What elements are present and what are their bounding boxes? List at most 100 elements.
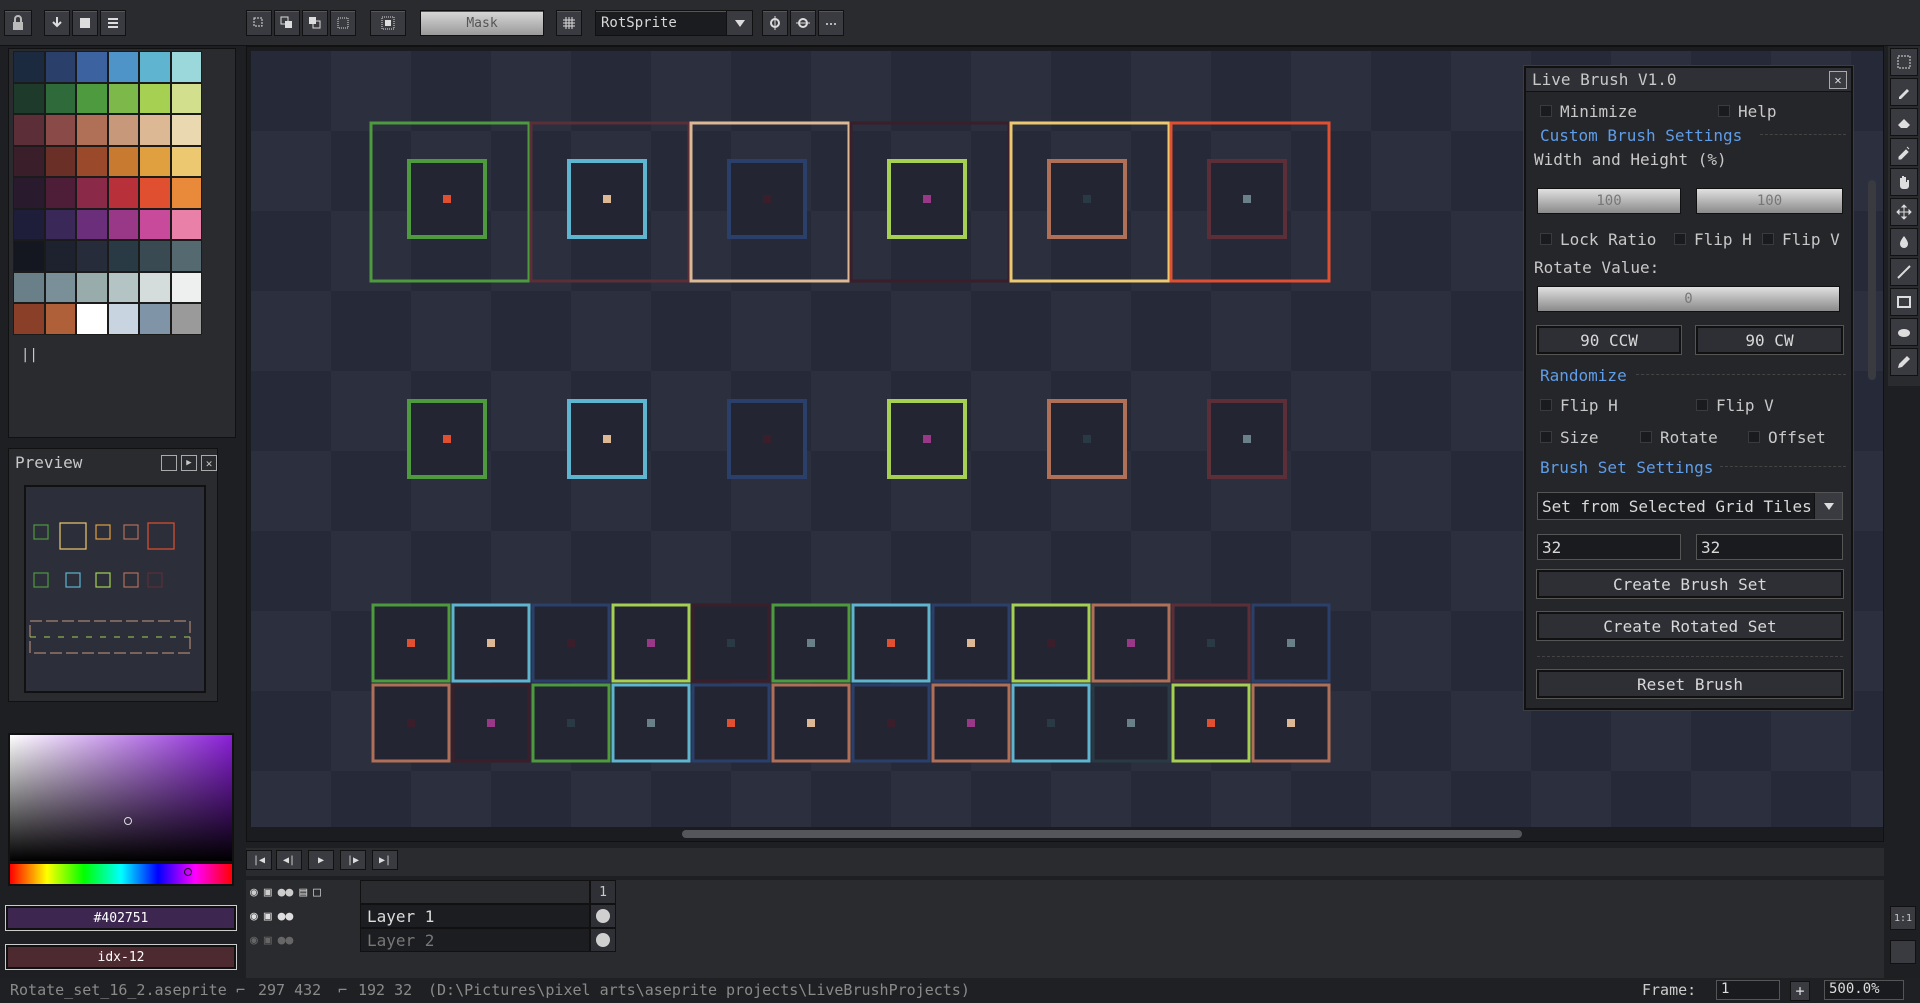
random-flip-h-checkbox[interactable]: Flip H <box>1540 396 1618 415</box>
palette-swatch[interactable] <box>13 271 45 303</box>
rotate-90-ccw-button[interactable]: 90 CCW <box>1536 325 1682 355</box>
palette-swatch[interactable] <box>13 240 45 272</box>
palette-swatch[interactable] <box>107 208 139 240</box>
cel[interactable] <box>590 904 616 928</box>
palette-swatch[interactable] <box>76 114 108 146</box>
palette-swatch[interactable] <box>76 145 108 177</box>
palette-swatch[interactable] <box>44 240 76 272</box>
blur-tool-icon[interactable] <box>1890 318 1918 346</box>
color-index-field[interactable]: idx-12 <box>5 944 237 970</box>
palette-swatch[interactable] <box>107 177 139 209</box>
rotate-slider[interactable]: 0 <box>1537 286 1840 312</box>
preview-layout-icon[interactable] <box>161 455 177 471</box>
lock-icon[interactable]: ▣ <box>264 909 272 924</box>
palette-swatch[interactable] <box>13 114 45 146</box>
rectangle-tool-icon[interactable] <box>1890 288 1918 316</box>
continuous-icon[interactable]: ●● <box>278 933 294 948</box>
create-rotated-set-button[interactable]: Create Rotated Set <box>1536 611 1844 641</box>
color-saturation-value-picker[interactable] <box>8 733 234 863</box>
frame-header[interactable]: 1 <box>590 880 616 904</box>
minimize-checkbox[interactable]: Minimize <box>1540 102 1637 121</box>
eye-icon[interactable]: ◉ <box>250 909 258 924</box>
palette-swatch[interactable] <box>107 271 139 303</box>
color-cursor[interactable] <box>124 817 132 825</box>
height-slider[interactable]: 100 <box>1696 188 1843 214</box>
palette-swatch[interactable] <box>76 82 108 114</box>
palette-swatch[interactable] <box>170 240 202 272</box>
palette-swatch[interactable] <box>139 114 171 146</box>
palette-swatch[interactable] <box>139 303 171 335</box>
first-frame-icon[interactable]: |◀ <box>246 850 272 870</box>
palette-swatch[interactable] <box>139 208 171 240</box>
timeline-config-icon[interactable] <box>1890 940 1916 964</box>
palette-swatch[interactable] <box>13 145 45 177</box>
random-offset-checkbox[interactable]: Offset <box>1748 428 1826 447</box>
grid-width-input[interactable]: 32 <box>1537 534 1681 560</box>
vertical-scrollbar[interactable] <box>1868 180 1876 380</box>
preview-canvas[interactable] <box>24 485 206 693</box>
eye-icon[interactable]: ◉ <box>250 933 258 948</box>
pencil-tool-icon[interactable] <box>1890 78 1918 106</box>
menu-icon[interactable] <box>100 10 126 36</box>
page-icon[interactable] <box>72 10 98 36</box>
palette-swatch[interactable] <box>170 82 202 114</box>
selection-add-icon[interactable] <box>274 10 300 36</box>
flip-h-checkbox[interactable]: Flip H <box>1674 230 1752 249</box>
frame-input[interactable]: 1 <box>1716 980 1780 1000</box>
palette-swatch[interactable] <box>13 177 45 209</box>
palette-swatch[interactable] <box>107 51 139 83</box>
palette-swatch[interactable] <box>139 51 171 83</box>
last-frame-icon[interactable]: ▶| <box>372 850 398 870</box>
random-flip-v-checkbox[interactable]: Flip V <box>1696 396 1774 415</box>
zoom-input[interactable]: 500.0% <box>1824 980 1904 1000</box>
eraser-tool-icon[interactable] <box>1890 108 1918 136</box>
mask-toggle[interactable]: Mask <box>420 10 544 36</box>
line-tool-icon[interactable] <box>1890 258 1918 286</box>
palette-swatch[interactable] <box>13 303 45 335</box>
palette-swatch[interactable] <box>139 82 171 114</box>
close-icon[interactable]: ✕ <box>1829 70 1847 89</box>
random-size-checkbox[interactable]: Size <box>1540 428 1599 447</box>
palette-swatch[interactable] <box>107 303 139 335</box>
dialog-title-bar[interactable]: Live Brush V1.0 ✕ <box>1526 68 1851 92</box>
palette-swatch[interactable] <box>44 208 76 240</box>
random-rotate-checkbox[interactable]: Rotate <box>1640 428 1718 447</box>
layer-group-icon[interactable]: ▤ <box>299 885 307 900</box>
palette-swatch[interactable] <box>76 208 108 240</box>
more-options-icon[interactable] <box>818 10 844 36</box>
palette-swatch[interactable] <box>44 145 76 177</box>
brush-set-mode-select[interactable]: Set from Selected Grid Tiles <box>1537 492 1843 520</box>
palette-swatch[interactable] <box>44 114 76 146</box>
layer-name[interactable]: Layer 2 <box>360 928 590 952</box>
reset-brush-button[interactable]: Reset Brush <box>1536 669 1844 699</box>
flip-v-checkbox[interactable]: Flip V <box>1762 230 1840 249</box>
palette-swatch[interactable] <box>139 177 171 209</box>
palette-swatch[interactable] <box>76 303 108 335</box>
width-slider[interactable]: 100 <box>1537 188 1681 214</box>
hand-tool-icon[interactable] <box>1890 168 1918 196</box>
marquee-tool-icon[interactable] <box>1890 48 1918 76</box>
pixel-perfect-icon[interactable] <box>370 10 406 36</box>
palette-swatch[interactable] <box>76 240 108 272</box>
palette-swatch[interactable] <box>139 271 171 303</box>
palette-swatch[interactable] <box>170 271 202 303</box>
contour-tool-icon[interactable] <box>1890 348 1918 376</box>
palette-swatch[interactable] <box>44 51 76 83</box>
palette-swatch[interactable] <box>107 114 139 146</box>
rotate-90-cw-button[interactable]: 90 CW <box>1695 325 1844 355</box>
cel[interactable] <box>590 928 616 952</box>
palette-swatch[interactable] <box>76 271 108 303</box>
palette-resize-handle[interactable]: || <box>21 347 38 363</box>
palette-swatch[interactable] <box>139 240 171 272</box>
new-layer-icon[interactable]: □ <box>313 885 321 900</box>
fill-tool-icon[interactable] <box>1890 228 1918 256</box>
palette-swatch[interactable] <box>44 177 76 209</box>
zoom-reset-icon[interactable]: 1:1 <box>1890 906 1916 930</box>
selection-intersect-icon[interactable] <box>330 10 356 36</box>
next-frame-icon[interactable]: |▶ <box>340 850 366 870</box>
palette-swatch[interactable] <box>170 145 202 177</box>
download-icon[interactable] <box>44 10 70 36</box>
lock-ratio-checkbox[interactable]: Lock Ratio <box>1540 230 1656 249</box>
lock-icon[interactable] <box>4 10 32 36</box>
eye-icon[interactable]: ◉ <box>250 885 258 900</box>
